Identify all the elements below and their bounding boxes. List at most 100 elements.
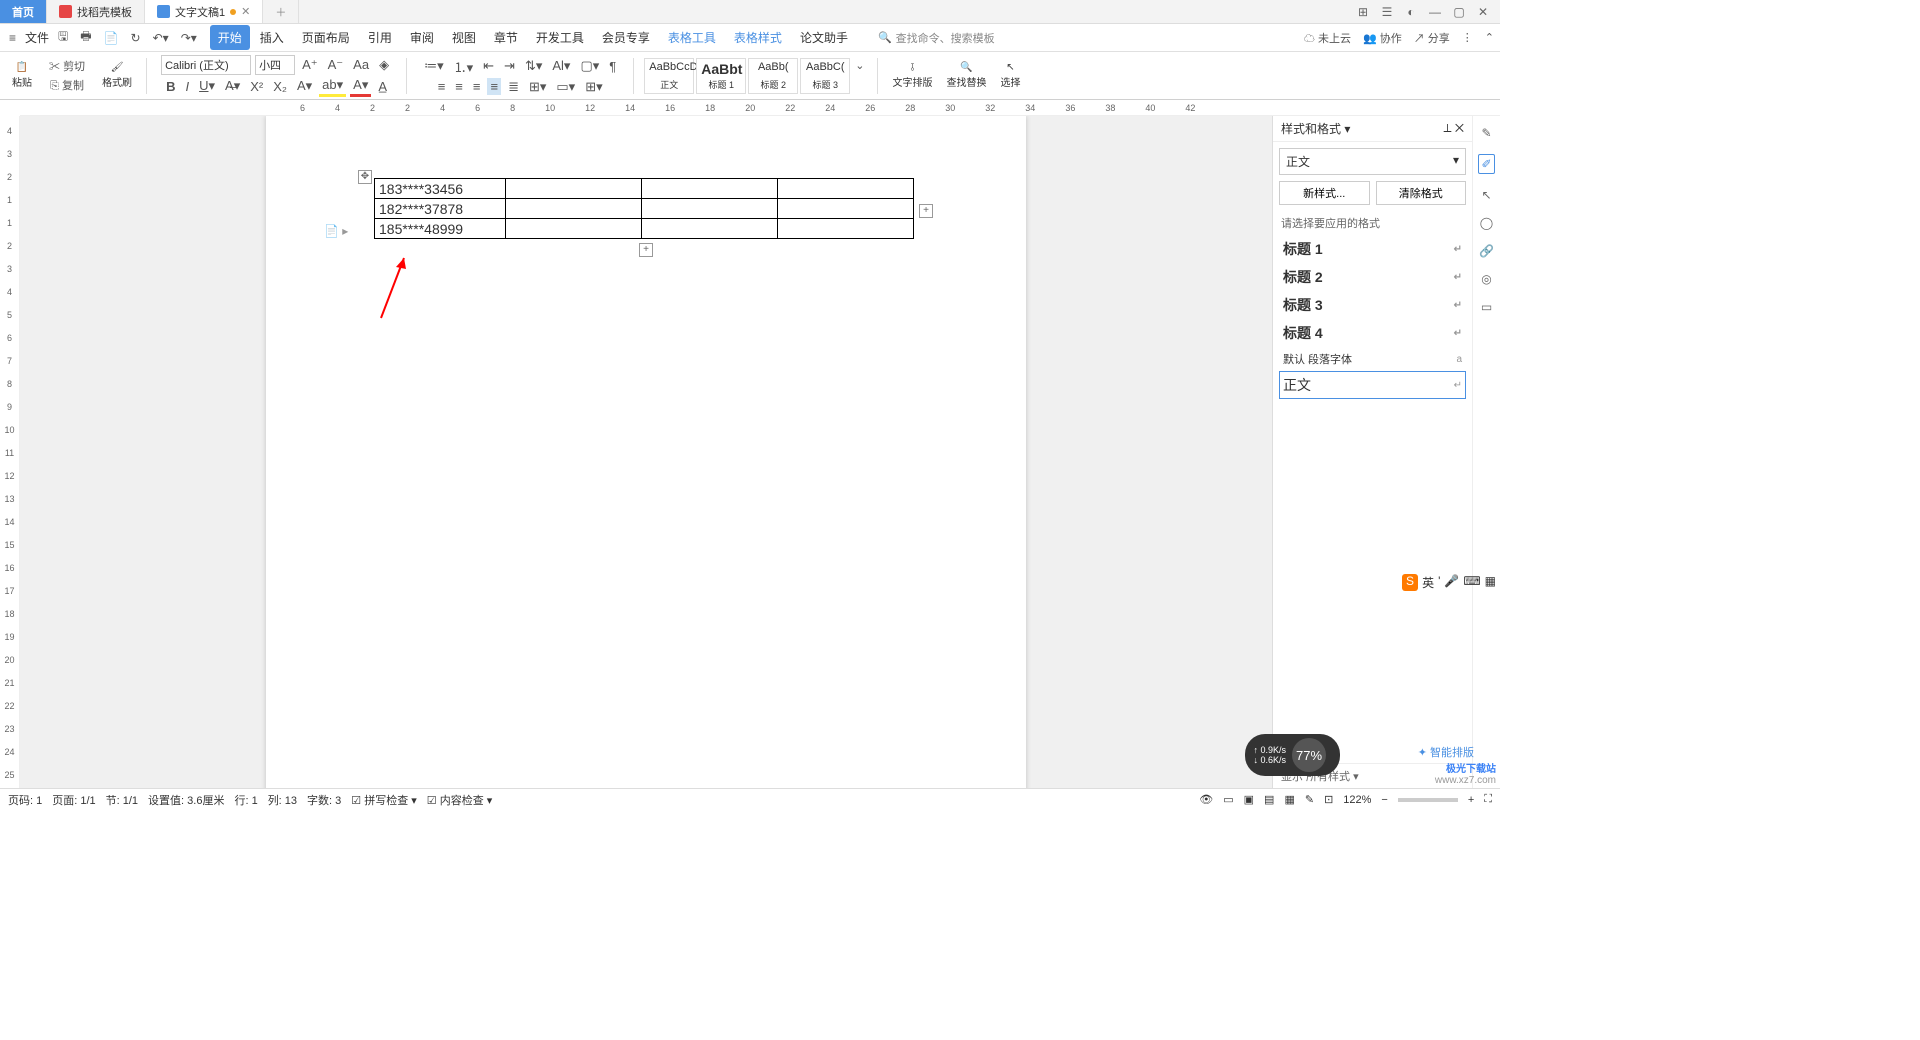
linespace-icon[interactable]: ⇅▾ xyxy=(522,57,545,75)
tab-template[interactable]: 找稻壳模板 xyxy=(47,0,145,23)
status-page[interactable]: 页码: 1 xyxy=(8,792,42,808)
text-layout[interactable]: ⫱文字排版 xyxy=(888,62,936,89)
align-right-icon[interactable]: ≡ xyxy=(470,78,484,95)
ime-lang[interactable]: 英 xyxy=(1422,574,1434,591)
status-pages[interactable]: 页面: 1/1 xyxy=(52,792,95,808)
fullscreen-icon[interactable]: ⛶ xyxy=(1484,793,1492,806)
ribbon-tab-dev[interactable]: 开发工具 xyxy=(528,25,592,50)
clear-format-button[interactable]: 清除格式 xyxy=(1376,181,1467,205)
bullets-icon[interactable]: ≔▾ xyxy=(421,57,447,75)
formatmark-icon[interactable]: ¶ xyxy=(606,58,619,75)
paste-group[interactable]: 📋 粘贴 xyxy=(8,62,36,89)
side-location-icon[interactable]: ◎ xyxy=(1481,272,1491,286)
styles-more-icon[interactable]: ⌄ xyxy=(852,58,867,94)
collapse-ribbon-icon[interactable]: ⌃ xyxy=(1485,31,1494,44)
super-icon[interactable]: X² xyxy=(247,78,266,95)
status-content[interactable]: ☑ 内容检查 ▾ xyxy=(427,792,493,808)
style-normal[interactable]: AaBbCcD正文 xyxy=(644,58,694,94)
style-h2[interactable]: AaBb(标题 2 xyxy=(748,58,798,94)
side-style-icon[interactable]: ✐ xyxy=(1478,154,1494,174)
maximize-icon[interactable]: ▢ xyxy=(1452,5,1466,19)
ribbon-tab-tabletool[interactable]: 表格工具 xyxy=(660,25,724,50)
document-canvas[interactable]: ✥ + + 📄 ▸ 183****33456 182****37878 185*… xyxy=(20,116,1272,788)
copy-button[interactable]: ⎘ 复制 xyxy=(47,76,87,94)
save-icon[interactable]: 🖫 xyxy=(55,25,71,50)
ribbon-tab-vip[interactable]: 会员专享 xyxy=(594,25,658,50)
fontcolor-icon[interactable]: A▾ xyxy=(350,76,371,97)
shading-icon[interactable]: A̲ xyxy=(375,78,390,95)
pin-icon[interactable]: ⟂ xyxy=(1443,121,1451,135)
current-style-select[interactable]: 正文▾ xyxy=(1279,148,1466,175)
zoom-in-icon[interactable]: + xyxy=(1468,794,1474,806)
bold-icon[interactable]: B xyxy=(163,78,178,95)
preview-icon[interactable]: 📄 xyxy=(101,29,122,47)
ruler-vertical[interactable]: 4321123456789101112131415161718192021222… xyxy=(0,116,20,788)
ribbon-tab-review[interactable]: 审阅 xyxy=(402,25,442,50)
style-item[interactable]: 默认 段落字体a xyxy=(1279,347,1466,371)
align-center-icon[interactable]: ≡ xyxy=(452,78,466,95)
perf-widget[interactable]: ↑ 0.9K/s ↓ 0.6K/s 77% xyxy=(1245,734,1340,776)
side-wand-icon[interactable]: ✎ xyxy=(1481,126,1491,140)
apps-icon[interactable]: ☰ xyxy=(1380,5,1394,19)
tab-new[interactable]: ＋ xyxy=(263,0,299,23)
style-item[interactable]: 标题 4↵ xyxy=(1279,319,1466,347)
clear-format-icon[interactable]: ◈ xyxy=(376,56,392,74)
more-icon[interactable]: ⋮ xyxy=(1462,31,1473,44)
redo-icon[interactable]: ↷▾ xyxy=(178,29,200,47)
ribbon-tab-ref[interactable]: 引用 xyxy=(360,25,400,50)
align-left-icon[interactable]: ≡ xyxy=(435,78,449,95)
format-painter[interactable]: 🖌 格式刷 xyxy=(98,62,136,89)
coop-button[interactable]: 👥 协作 xyxy=(1363,30,1402,46)
style-h1[interactable]: AaBbt标题 1 xyxy=(696,58,746,94)
cut-button[interactable]: ✂ 剪切 xyxy=(46,57,88,75)
minimize-icon[interactable]: — xyxy=(1428,5,1442,19)
table-add-col-icon[interactable]: + xyxy=(639,243,653,257)
align-dist-icon[interactable]: ≣ xyxy=(505,78,522,96)
style-item[interactable]: 标题 1↵ xyxy=(1279,235,1466,263)
numbering-icon[interactable]: ⒈▾ xyxy=(451,56,477,77)
ribbon-tab-insert[interactable]: 插入 xyxy=(252,25,292,50)
file-menu[interactable]: 文件 xyxy=(25,29,49,46)
close-icon[interactable]: ✕ xyxy=(241,5,250,18)
highlight-icon[interactable]: ab▾ xyxy=(319,76,346,97)
indent-dec-icon[interactable]: ⇤ xyxy=(480,57,497,75)
ime-mic-icon[interactable]: 🎤 xyxy=(1444,574,1459,591)
style-item[interactable]: 标题 2↵ xyxy=(1279,263,1466,291)
view-print-icon[interactable]: ▣ xyxy=(1244,793,1254,806)
tab-document[interactable]: 文字文稿1 ✕ xyxy=(145,0,263,23)
change-case-icon[interactable]: Aa xyxy=(350,56,372,73)
zoom-slider[interactable] xyxy=(1398,798,1458,802)
ribbon-tab-pagelayout[interactable]: 页面布局 xyxy=(294,25,358,50)
side-select-icon[interactable]: ↖ xyxy=(1481,188,1491,202)
document-table[interactable]: 183****33456 182****37878 185****48999 xyxy=(374,178,914,239)
select-group[interactable]: ↖选择 xyxy=(996,62,1024,89)
smart-layout-button[interactable]: ✦ 智能排版 xyxy=(1418,744,1474,760)
new-style-button[interactable]: 新样式... xyxy=(1279,181,1370,205)
status-spell[interactable]: ☑ 拼写检查 ▾ xyxy=(351,792,417,808)
hamburger-icon[interactable]: ≡ xyxy=(6,29,19,47)
align-justify-icon[interactable]: ≡ xyxy=(487,78,501,95)
find-replace[interactable]: 🔍查找替换 xyxy=(942,62,990,89)
share-button[interactable]: ↗ 分享 xyxy=(1414,30,1450,46)
ribbon-tab-section[interactable]: 章节 xyxy=(486,25,526,50)
cloud-status[interactable]: ☁ 未上云 xyxy=(1304,30,1351,46)
side-shape-icon[interactable]: ◯ xyxy=(1480,216,1493,230)
sort-icon[interactable]: Al▾ xyxy=(549,57,573,75)
ruler-horizontal[interactable]: 6422468101214161820222426283032343638404… xyxy=(20,100,1500,116)
grow-font-icon[interactable]: A⁺ xyxy=(299,56,321,74)
table-icon[interactable]: ⊞▾ xyxy=(582,78,605,96)
paraspace-icon[interactable]: ⊞▾ xyxy=(526,78,549,96)
ime-grid-icon[interactable]: ▦ xyxy=(1485,574,1496,591)
texteffect-icon[interactable]: A▾ xyxy=(294,77,315,95)
indent-inc-icon[interactable]: ⇥ xyxy=(501,57,518,75)
view-web-icon[interactable]: ▤ xyxy=(1264,793,1274,806)
table-move-handle-icon[interactable]: ✥ xyxy=(358,170,372,184)
ime-kb-icon[interactable]: ⌨ xyxy=(1463,574,1480,591)
ribbon-tab-view[interactable]: 视图 xyxy=(444,25,484,50)
strike-icon[interactable]: A̶▾ xyxy=(222,77,243,95)
style-h3[interactable]: AaBbC(标题 3 xyxy=(800,58,850,94)
side-book-icon[interactable]: ▭ xyxy=(1481,300,1492,314)
italic-icon[interactable]: I xyxy=(182,78,192,95)
undo-icon[interactable]: ↶▾ xyxy=(150,29,172,47)
user-icon[interactable]: ◐ xyxy=(1404,5,1418,19)
